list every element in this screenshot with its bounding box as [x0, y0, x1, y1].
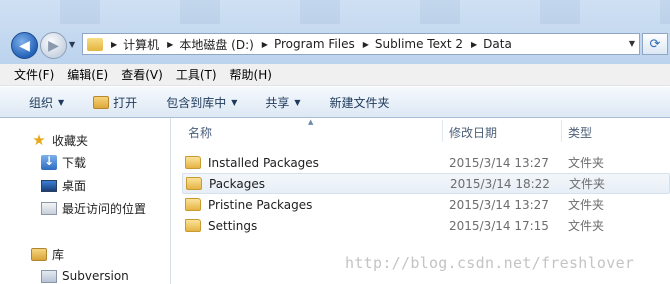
sort-ascending-icon: ▲: [308, 118, 314, 126]
column-header-name[interactable]: 名称: [188, 124, 212, 141]
chevron-right-icon[interactable]: ▶: [262, 40, 268, 49]
file-date: 2015/3/14 13:27: [449, 197, 549, 212]
file-date: 2015/3/14 17:15: [449, 218, 549, 233]
file-type: 文件夹: [568, 219, 605, 233]
forward-arrow-icon: ▶: [48, 37, 59, 54]
breadcrumb-program-files[interactable]: ▶ Program Files: [254, 34, 355, 54]
address-dropdown-icon[interactable]: ▼: [629, 39, 635, 48]
star-icon: ★: [32, 131, 46, 149]
file-row[interactable]: Packages 2015/3/14 18:22 文件夹: [182, 173, 670, 194]
column-divider[interactable]: [561, 120, 562, 142]
chevron-right-icon[interactable]: ▶: [471, 40, 477, 49]
nav-label: 桌面: [62, 179, 87, 193]
address-area: ◀ ▶ ▼ ▶ 计算机 ▶ 本地磁盘 (D:) ▶ Program Files …: [0, 0, 670, 64]
breadcrumb-sublime[interactable]: ▶ Sublime Text 2: [355, 34, 463, 54]
menu-view[interactable]: 查看(V): [121, 66, 163, 83]
file-name: Installed Packages: [208, 155, 319, 170]
file-date: 2015/3/14 18:22: [450, 176, 550, 191]
breadcrumb-data[interactable]: ▶ Data: [463, 34, 512, 54]
breadcrumb-drive[interactable]: ▶ 本地磁盘 (D:): [159, 34, 254, 54]
column-header-date[interactable]: 修改日期: [449, 124, 497, 141]
recent-places-icon: [41, 202, 57, 215]
breadcrumb-label[interactable]: Sublime Text 2: [375, 37, 463, 51]
nav-item-downloads[interactable]: 下载: [41, 154, 86, 171]
watermark: http://blog.csdn.net/freshlover: [345, 254, 635, 272]
breadcrumb-label[interactable]: Data: [483, 37, 512, 51]
nav-item-subversion[interactable]: Subversion: [41, 269, 129, 283]
menu-tools[interactable]: 工具(T): [176, 66, 217, 83]
file-row[interactable]: Settings 2015/3/14 17:15 文件夹: [182, 215, 670, 236]
open-button[interactable]: 打开: [93, 94, 137, 111]
nav-label: 下载: [62, 156, 87, 170]
command-bar: 组织 ▼ 打开 包含到库中 ▼ 共享 ▼ 新建文件夹: [0, 87, 670, 118]
refresh-button[interactable]: ⟳: [642, 33, 668, 55]
back-button[interactable]: ◀: [11, 32, 38, 59]
folder-icon: [185, 219, 201, 232]
file-row[interactable]: Installed Packages 2015/3/14 13:27 文件夹: [182, 152, 670, 173]
navigation-pane: ★ 收藏夹 下载 桌面 最近访问的位置 库 Subversion: [0, 118, 171, 284]
menu-bar: 文件(F) 编辑(E) 查看(V) 工具(T) 帮助(H): [0, 64, 670, 86]
breadcrumb-label[interactable]: 本地磁盘 (D:): [179, 36, 253, 53]
folder-icon: [185, 198, 201, 211]
recent-pages-dropdown-icon[interactable]: ▼: [69, 40, 79, 50]
include-in-library-button[interactable]: 包含到库中 ▼: [166, 94, 237, 111]
share-label: 共享: [265, 95, 290, 110]
folder-icon: [186, 177, 202, 190]
download-icon: [41, 154, 57, 170]
nav-item-libraries[interactable]: 库: [31, 246, 64, 263]
column-header-type[interactable]: 类型: [568, 124, 592, 141]
share-button[interactable]: 共享 ▼: [265, 94, 300, 111]
folder-icon: [87, 37, 103, 51]
nav-item-desktop[interactable]: 桌面: [41, 177, 86, 194]
chevron-down-icon: ▼: [231, 97, 238, 107]
nav-label: 库: [52, 248, 65, 262]
chevron-right-icon[interactable]: ▶: [167, 40, 173, 49]
back-arrow-icon: ◀: [19, 37, 30, 54]
desktop-icon: [41, 179, 57, 192]
file-name: Packages: [209, 176, 265, 191]
column-divider[interactable]: [442, 120, 443, 142]
chevron-right-icon[interactable]: ▶: [363, 40, 369, 49]
breadcrumb-label[interactable]: Program Files: [274, 37, 355, 51]
menu-file[interactable]: 文件(F): [14, 66, 54, 83]
breadcrumb-computer[interactable]: ▶ 计算机: [103, 34, 159, 54]
forward-button[interactable]: ▶: [40, 32, 67, 59]
new-folder-label: 新建文件夹: [329, 95, 390, 110]
organize-label: 组织: [29, 95, 54, 110]
open-folder-icon: [93, 95, 110, 109]
folder-icon: [185, 156, 201, 169]
address-bar[interactable]: ▶ 计算机 ▶ 本地磁盘 (D:) ▶ Program Files ▶ Subl…: [82, 33, 640, 55]
chevron-right-icon[interactable]: ▶: [111, 40, 117, 49]
refresh-icon: ⟳: [649, 36, 661, 52]
nav-label: Subversion: [62, 269, 129, 283]
file-name: Settings: [208, 218, 258, 233]
file-type: 文件夹: [568, 156, 605, 170]
new-folder-button[interactable]: 新建文件夹: [330, 94, 390, 111]
open-label: 打开: [113, 95, 138, 110]
subversion-library-icon: [41, 269, 57, 283]
nav-label: 最近访问的位置: [62, 202, 147, 216]
menu-help[interactable]: 帮助(H): [230, 66, 272, 83]
menu-edit[interactable]: 编辑(E): [67, 66, 108, 83]
file-type: 文件夹: [569, 177, 606, 191]
nav-label: 收藏夹: [52, 134, 89, 148]
include-label: 包含到库中: [166, 95, 227, 110]
file-date: 2015/3/14 13:27: [449, 155, 549, 170]
library-icon: [31, 248, 47, 261]
organize-button[interactable]: 组织 ▼: [29, 94, 64, 111]
file-name: Pristine Packages: [208, 197, 313, 212]
file-type: 文件夹: [568, 198, 605, 212]
title-bar-blur: [60, 0, 670, 24]
nav-item-favorites[interactable]: ★ 收藏夹: [31, 132, 88, 149]
nav-item-recent[interactable]: 最近访问的位置: [41, 200, 146, 217]
chevron-down-icon: ▼: [294, 97, 301, 107]
chevron-down-icon: ▼: [58, 97, 65, 107]
file-row[interactable]: Pristine Packages 2015/3/14 13:27 文件夹: [182, 194, 670, 215]
breadcrumb-label[interactable]: 计算机: [123, 36, 159, 53]
